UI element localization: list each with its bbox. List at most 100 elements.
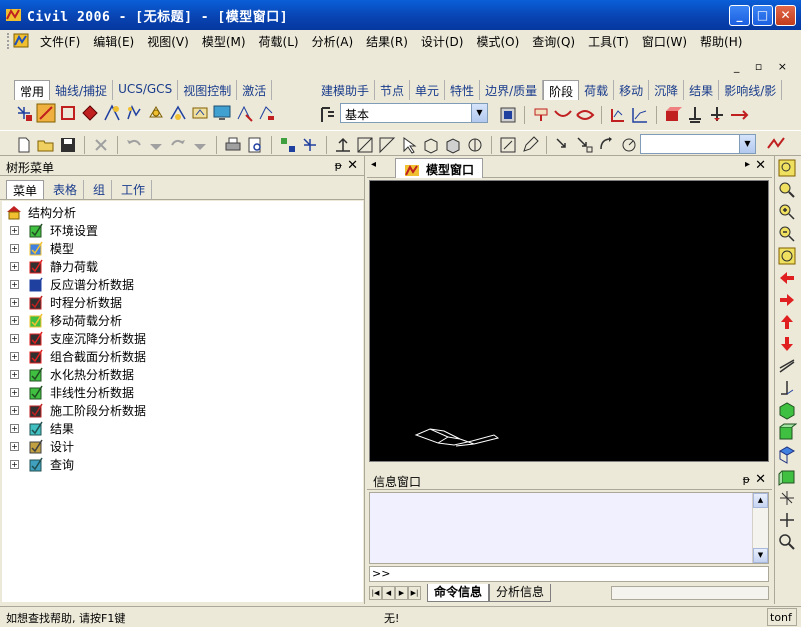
info-hscrollbar[interactable]	[611, 586, 769, 600]
tab-analysis-info[interactable]: 分析信息	[489, 584, 552, 602]
menu-item[interactable]: 编辑(E)	[93, 33, 134, 50]
dropdown-arrow-icon[interactable]: ▼	[739, 135, 755, 153]
view-select[interactable]: ▼	[640, 134, 756, 154]
expand-icon[interactable]: +	[10, 387, 19, 397]
iso-view-icon[interactable]	[777, 400, 797, 420]
tree-item[interactable]: + 时程分析数据	[2, 293, 363, 311]
pan-down-icon[interactable]	[777, 334, 797, 354]
expand-icon[interactable]: +	[10, 333, 19, 343]
close-button[interactable]: ✕	[775, 5, 796, 26]
time-load-icon[interactable]	[608, 105, 628, 125]
tendon-profile-icon[interactable]	[553, 105, 573, 125]
support-stage-icon[interactable]	[685, 105, 705, 125]
zoom-in-icon[interactable]	[777, 202, 797, 222]
section-stage-icon[interactable]	[663, 105, 683, 125]
node-select-icon[interactable]	[14, 103, 34, 123]
move-node-icon[interactable]	[553, 135, 573, 155]
side-view-icon[interactable]	[777, 466, 797, 486]
tree-item[interactable]: + 设计	[2, 437, 363, 455]
pan-left-icon[interactable]	[777, 268, 797, 288]
element-select-icon[interactable]	[36, 103, 56, 123]
prestress-icon[interactable]	[575, 105, 595, 125]
menu-item[interactable]: 工具(T)	[588, 33, 629, 50]
tree-item[interactable]: + 静力荷载	[2, 257, 363, 275]
toolbar-tab[interactable]: 单元	[410, 80, 446, 100]
unit-indicator[interactable]: tonf	[767, 608, 797, 626]
scroll-up-icon[interactable]: ▲	[753, 493, 768, 508]
select-identity-icon[interactable]	[190, 103, 210, 123]
toolbar-grip[interactable]	[7, 33, 10, 49]
menu-item[interactable]: 模式(O)	[476, 33, 519, 50]
expand-icon[interactable]: +	[10, 405, 19, 415]
open-file-icon[interactable]	[36, 135, 56, 155]
print-preview-icon[interactable]	[245, 135, 265, 155]
menu-item[interactable]: 文件(F)	[40, 33, 80, 50]
expand-icon[interactable]: +	[10, 351, 19, 361]
box-view-icon[interactable]	[421, 135, 441, 155]
pan-up-icon[interactable]	[777, 312, 797, 332]
copy-element-icon[interactable]	[575, 135, 595, 155]
toolbar-tab[interactable]: 结果	[684, 80, 720, 100]
zoom-query-icon[interactable]	[777, 532, 797, 552]
undo-dropdown-icon[interactable]	[146, 135, 166, 155]
window-select-icon[interactable]	[58, 103, 78, 123]
tree-item[interactable]: + 组合截面分析数据	[2, 347, 363, 365]
toolbar-tab[interactable]: 边界/质量	[480, 80, 544, 100]
maximize-button[interactable]: □	[752, 5, 773, 26]
top-view-icon[interactable]	[777, 444, 797, 464]
load-stage-icon[interactable]	[707, 105, 727, 125]
expand-icon[interactable]: +	[10, 315, 19, 325]
display-icon[interactable]	[212, 103, 232, 123]
menu-item[interactable]: 模型(M)	[202, 33, 246, 50]
toolbar-tab[interactable]: UCS/GCS	[113, 80, 179, 100]
hidden-view-icon[interactable]	[443, 135, 463, 155]
zoom-fit-icon[interactable]	[777, 158, 797, 178]
model-viewport[interactable]	[369, 180, 769, 462]
tree-item[interactable]: + 非线性分析数据	[2, 383, 363, 401]
print-icon[interactable]	[223, 135, 243, 155]
toolbar-tab[interactable]: 建模助手	[316, 80, 376, 100]
pin-icon[interactable]: ᵽ	[743, 473, 750, 486]
tab-last-icon[interactable]: ▶|	[408, 586, 421, 600]
expand-icon[interactable]: +	[10, 225, 19, 235]
rotate-icon[interactable]	[597, 135, 617, 155]
toolbar-tab[interactable]: 激活	[237, 80, 273, 100]
expand-icon[interactable]: +	[10, 261, 19, 271]
unselect-icon[interactable]	[234, 103, 254, 123]
front-view-icon[interactable]	[777, 422, 798, 442]
tree-item[interactable]: + 施工阶段分析数据	[2, 401, 363, 419]
tab-command-info[interactable]: 命令信息	[427, 584, 490, 602]
tree-item[interactable]: + 反应谱分析数据	[2, 275, 363, 293]
snap-toggle-icon[interactable]	[766, 134, 786, 154]
tree-item[interactable]: + 模型	[2, 239, 363, 257]
tree-item[interactable]: + 环境设置	[2, 221, 363, 239]
expand-icon[interactable]: +	[10, 297, 19, 307]
select-by-plane-icon[interactable]	[124, 103, 144, 123]
toolbar-tab[interactable]: 轴线/捕捉	[50, 80, 114, 100]
expand-icon[interactable]: +	[10, 441, 19, 451]
zoom-all-icon[interactable]	[777, 246, 797, 266]
menu-item[interactable]: 视图(V)	[147, 33, 189, 50]
undo-icon[interactable]	[124, 135, 144, 155]
model-window-close-button[interactable]: ✕	[755, 158, 766, 173]
expand-icon[interactable]: +	[10, 459, 19, 469]
graph-icon[interactable]	[630, 105, 650, 125]
menu-item[interactable]: 查询(Q)	[532, 33, 575, 50]
mdi-controls[interactable]: _ ▫ ×	[734, 60, 793, 73]
grid-icon[interactable]	[300, 135, 320, 155]
scroll-down-icon[interactable]: ▼	[753, 548, 768, 563]
toolbar-tab[interactable]: 荷载	[579, 80, 615, 100]
toolbar-tab[interactable]: 阶段	[543, 80, 580, 100]
toolbar-tab[interactable]: 视图控制	[178, 80, 238, 100]
intersect-select-icon[interactable]	[102, 103, 122, 123]
tree-item[interactable]: + 水化热分析数据	[2, 365, 363, 383]
tree-subtab[interactable]: 表格	[47, 180, 85, 199]
menu-item[interactable]: 荷载(L)	[259, 33, 299, 50]
tree-panel-close-button[interactable]: ✕	[347, 158, 358, 173]
tree-subtab[interactable]: 组	[87, 180, 113, 199]
expand-icon[interactable]: +	[10, 279, 19, 289]
zoom-window-icon[interactable]	[777, 180, 797, 200]
tree-item[interactable]: + 移动荷载分析	[2, 311, 363, 329]
stage-arrow-icon[interactable]	[729, 105, 749, 125]
stage-manager-icon[interactable]	[318, 105, 338, 125]
